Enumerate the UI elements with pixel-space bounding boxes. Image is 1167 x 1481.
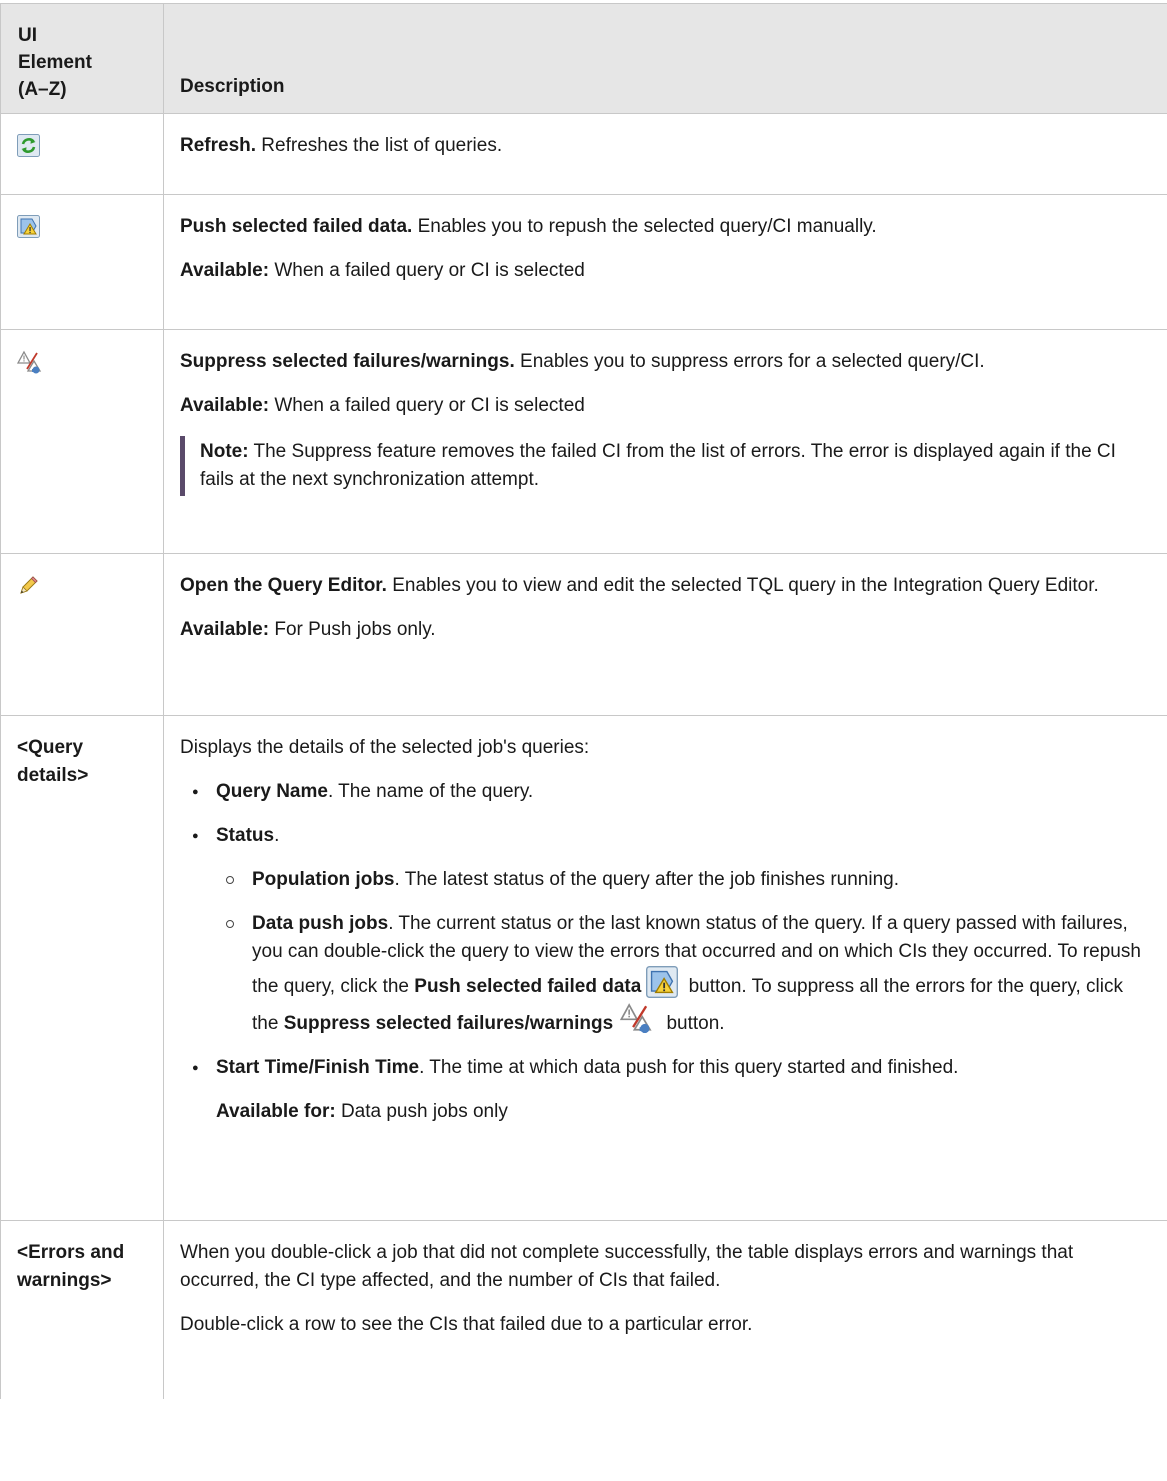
status-text: .	[274, 825, 280, 846]
element-cell	[0, 194, 164, 330]
datapush-text3: button.	[661, 1013, 725, 1034]
header-ui-line2: Element	[18, 52, 92, 73]
query-avail-text: Data push jobs only	[335, 1101, 508, 1122]
query-details-intro: Displays the details of the selected job…	[180, 737, 590, 758]
table-row-query-editor: Open the Query Editor. Enables you to vi…	[0, 553, 1167, 716]
refresh-icon	[17, 134, 40, 158]
push-avail-text: When a failed query or CI is selected	[269, 260, 585, 281]
push-avail-label: Available:	[180, 260, 270, 281]
suppress-avail-label: Available:	[180, 395, 270, 416]
table-row-push-failed: Push selected failed data. Enables you t…	[0, 194, 1167, 330]
list-item: Population jobs. The latest status of th…	[226, 866, 1151, 894]
table-row-suppress: Suppress selected failures/warnings. Ena…	[0, 329, 1167, 554]
list-item: Status. Population jobs. The latest stat…	[192, 822, 1151, 1038]
query-avail-label: Available for:	[216, 1101, 336, 1122]
table-row-errors-warnings: <Errors and warnings> When you double-cl…	[0, 1220, 1167, 1399]
element-cell	[0, 113, 164, 195]
suppress-failures-icon	[617, 1001, 657, 1035]
list-item: Query Name. The name of the query.	[192, 778, 1151, 806]
element-errors-warnings: <Errors and warnings>	[0, 1220, 164, 1399]
list-item: Start Time/Finish Time. The time at whic…	[192, 1054, 1151, 1082]
time-text: . The time at which data push for this q…	[419, 1057, 959, 1078]
editor-avail-label: Available:	[180, 619, 270, 640]
refresh-text: Refreshes the list of queries.	[256, 135, 503, 156]
description-cell: When you double-click a job that did not…	[163, 1220, 1167, 1399]
description-cell: Refresh. Refreshes the list of queries.	[163, 113, 1167, 195]
header-ui-line3: (A–Z)	[18, 79, 67, 100]
editor-text: Enables you to view and edit the selecte…	[386, 575, 1099, 596]
ui-elements-table: UI Element (A–Z) Description Refresh. Re…	[0, 3, 1167, 1399]
editor-title: Open the Query Editor.	[180, 575, 387, 596]
datapush-suppress-label: Suppress selected failures/warnings	[283, 1013, 614, 1034]
suppress-failures-icon	[17, 349, 43, 375]
note-block: Note: The Suppress feature removes the f…	[180, 436, 1151, 496]
list-item: Data push jobs. The current status or th…	[226, 910, 1151, 1038]
suppress-text: Enables you to suppress errors for a sel…	[514, 351, 985, 372]
push-failed-data-icon	[17, 215, 40, 239]
editor-avail-text: For Push jobs only.	[269, 619, 436, 640]
time-label: Start Time/Finish Time	[216, 1057, 420, 1078]
note-label: Note:	[200, 441, 249, 462]
table-row-refresh: Refresh. Refreshes the list of queries.	[0, 113, 1167, 195]
push-text: Enables you to repush the selected query…	[412, 216, 877, 237]
description-cell: Open the Query Editor. Enables you to vi…	[163, 553, 1167, 716]
header-ui-line1: UI	[18, 25, 37, 46]
suppress-avail-text: When a failed query or CI is selected	[269, 395, 585, 416]
description-cell: Push selected failed data. Enables you t…	[163, 194, 1167, 330]
datapush-push-label: Push selected failed data	[414, 976, 642, 997]
push-failed-data-icon	[645, 966, 679, 998]
header-description: Description	[163, 3, 1167, 114]
header-ui-element: UI Element (A–Z)	[0, 3, 164, 114]
datapush-label: Data push jobs	[252, 913, 389, 934]
qname-label: Query Name	[216, 781, 328, 802]
table-row-query-details: <Query details> Displays the details of …	[0, 715, 1167, 1221]
element-cell	[0, 329, 164, 554]
suppress-title: Suppress selected failures/warnings.	[180, 351, 515, 372]
element-query-details: <Query details>	[0, 715, 164, 1221]
note-text: The Suppress feature removes the failed …	[200, 441, 1116, 490]
errors-text1: When you double-click a job that did not…	[180, 1242, 1074, 1291]
description-cell: Suppress selected failures/warnings. Ena…	[163, 329, 1167, 554]
element-cell	[0, 553, 164, 716]
pencil-icon	[17, 574, 40, 597]
status-sublist: Population jobs. The latest status of th…	[216, 866, 1151, 1038]
population-text: . The latest status of the query after t…	[394, 869, 900, 890]
population-label: Population jobs	[252, 869, 395, 890]
description-cell: Displays the details of the selected job…	[163, 715, 1167, 1221]
table-header-row: UI Element (A–Z) Description	[0, 3, 1167, 114]
query-details-list: Query Name. The name of the query. Statu…	[180, 778, 1151, 1082]
status-label: Status	[216, 825, 275, 846]
refresh-title: Refresh.	[180, 135, 257, 156]
push-title: Push selected failed data.	[180, 216, 413, 237]
qname-text: . The name of the query.	[327, 781, 534, 802]
errors-text2: Double-click a row to see the CIs that f…	[180, 1314, 753, 1335]
